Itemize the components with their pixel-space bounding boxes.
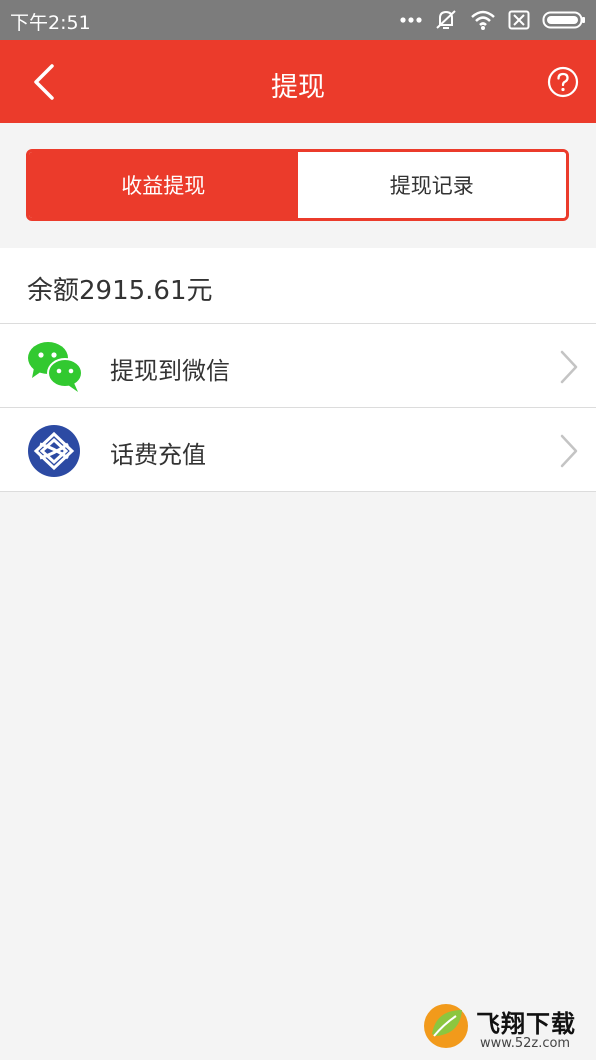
tab-withdraw-records[interactable]: 提现记录	[297, 152, 566, 218]
chevron-right-icon	[559, 350, 579, 384]
sim-off-icon	[508, 10, 530, 30]
withdraw-to-wechat-row[interactable]: 提现到微信	[0, 324, 596, 408]
status-time: 下午2:51	[10, 12, 91, 34]
status-icons	[400, 6, 586, 34]
watermark-url: www.52z.com	[480, 1036, 571, 1051]
phone-recharge-label: 话费充值	[110, 441, 206, 469]
battery-icon	[542, 10, 586, 30]
leaf-logo-icon	[422, 1000, 470, 1052]
balance-text: 余额2915.61元	[27, 276, 213, 306]
tab-switcher: 收益提现 提现记录	[26, 149, 569, 221]
title-bar: 提现	[0, 40, 596, 123]
china-mobile-icon	[26, 424, 84, 478]
help-circle-icon	[547, 66, 579, 98]
mute-icon	[434, 8, 458, 32]
help-button[interactable]	[547, 66, 579, 98]
watermark: 飞翔下载 www.52z.com	[420, 998, 596, 1060]
more-dots-icon	[400, 16, 422, 24]
balance-row: 余额2915.61元	[0, 248, 596, 324]
tab-income-withdraw[interactable]: 收益提现	[29, 152, 298, 218]
watermark-name: 飞翔下载	[476, 1010, 576, 1038]
chevron-right-icon	[559, 434, 579, 468]
phone-recharge-row[interactable]: 话费充值	[0, 408, 596, 492]
wechat-label: 提现到微信	[110, 357, 230, 385]
page-title: 提现	[271, 72, 325, 103]
wifi-icon	[470, 9, 496, 31]
status-bar: 下午2:51	[0, 0, 596, 40]
wechat-icon	[26, 340, 84, 394]
